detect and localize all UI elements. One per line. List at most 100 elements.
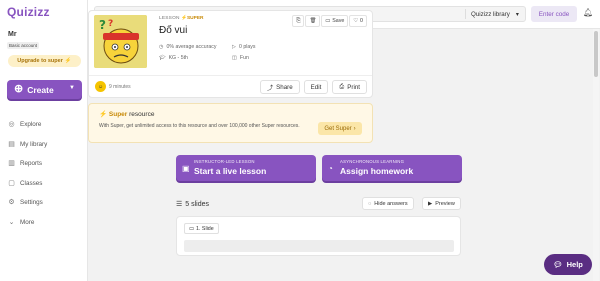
caret-down-icon: ▼ [69,85,75,91]
folder-icon: ▭ [325,18,331,24]
quiz-title: Đố vui [159,25,188,36]
list-icon: ☰ [176,201,183,208]
share-button[interactable]: ⤴ Share [259,80,300,94]
homework-label: Assign homework [340,166,414,176]
super-resource-description: With Super, get unlimited access to this… [99,123,300,129]
hide-answers-label: Hide answers [374,200,408,207]
heart-icon: ♡ [353,18,359,24]
sidebar-item-label: Reports [20,160,43,168]
copy-icon: ⎘ [296,17,301,24]
edit-label: Edit [310,83,322,91]
presentation-icon: ▣ [182,164,190,173]
confused-face-image: ? ? [94,15,147,68]
copy-button[interactable]: ⎘ [292,15,305,27]
resource-type: LESSON [159,16,180,21]
delete-button[interactable]: 🗑︎ [305,15,321,27]
super-title-rest: resource [129,111,155,118]
sidebar-item-more[interactable]: ⌄ More [0,213,88,233]
slides-header: ☰ 5 slides ◌ Hide answers ▶ Preview [176,197,461,211]
sidebar-item-classes[interactable]: ▢ Classes [0,174,88,194]
preview-button[interactable]: ▶ Preview [422,197,461,210]
share-label: Share [276,83,293,91]
sidebar-item-settings[interactable]: ⚙ Settings [0,193,88,213]
slide-chip: ▭ 1. Slide [184,223,219,234]
sidebar-item-label: Explore [20,121,42,129]
scrollbar-thumb[interactable] [594,31,598,77]
help-label: Help [566,260,583,269]
svg-text:?: ? [108,19,113,29]
get-super-button[interactable]: Get Super › [318,122,362,135]
chevron-right-icon: › [353,125,356,132]
card-tools: ⎘ 🗑︎ ▭ Save ♡ 0 [292,15,367,27]
reports-icon: ▥ [8,160,15,168]
grade-stat: 🎓︎ KG - 5th [159,55,188,61]
gear-icon: ⚙ [8,199,15,207]
chevron-down-icon: ⌄ [8,218,15,226]
library-select[interactable]: Quizizz library ▾ [465,9,519,19]
print-button[interactable]: ⎙ Print [332,80,367,94]
preview-label: Preview [435,200,455,207]
trash-icon: 🗑︎ [309,18,317,24]
plays-value: 0 plays [239,44,256,50]
live-lesson-label: Start a live lesson [194,166,267,176]
avatar[interactable]: ☺ [95,81,106,92]
classes-icon: ▢ [8,179,15,187]
grade-value: KG - 5th [168,55,188,61]
like-count: 0 [360,18,363,24]
subject-value: Fun [239,55,249,61]
sidebar: Quizizz Mr Basic account Upgrade to supe… [0,0,88,281]
accuracy-value: 0% average accuracy [166,44,217,50]
plays-stat: ▷ 0 plays [232,44,255,50]
hide-answers-button[interactable]: ◌ Hide answers [362,197,414,210]
lightning-icon: ⚡ [99,111,108,118]
play-icon: ▶ [428,200,433,207]
bell-icon[interactable]: 🔔︎ [583,8,593,17]
assign-homework-button[interactable]: ◔ ASYNCHRONOUS LEARNING Assign homework [322,155,462,181]
edit-button[interactable]: Edit [303,80,329,94]
compass-icon: ◎ [8,121,15,129]
library-icon: ▤ [8,140,15,148]
chat-icon: 💬︎ [553,260,563,269]
enter-code-button[interactable]: Enter code [531,6,577,22]
homework-sublabel: ASYNCHRONOUS LEARNING [340,159,405,164]
clock-icon: ◔ [328,164,333,173]
slides-count-label: 5 slides [185,200,210,208]
user-name: Mr [8,31,17,38]
super-tag-label: SUPER [186,16,204,21]
upgrade-to-super-button[interactable]: Upgrade to super ⚡ [8,55,81,67]
sidebar-item-my-library[interactable]: ▤ My library [0,135,88,155]
help-button[interactable]: 💬︎ Help [544,254,592,275]
like-button[interactable]: ♡ 0 [349,15,367,27]
slide-icon: ▭ [189,225,195,232]
scrollbar[interactable] [593,29,599,281]
print-label: Print [347,83,360,91]
quiz-thumbnail: ? ? [94,15,147,68]
share-icon: ⤴ [266,84,274,92]
sidebar-item-label: My library [20,140,48,148]
lightning-icon: ⚡ [64,58,72,64]
slide-content-placeholder [184,240,454,252]
slide-chip-label: 1. Slide [196,225,214,232]
live-lesson-sublabel: INSTRUCTOR-LED LESSON [194,159,255,164]
sidebar-item-label: Classes [20,179,43,187]
quizizz-logo[interactable]: Quizizz [7,5,50,19]
account-type-badge: Basic account [7,42,40,49]
save-button[interactable]: ▭ Save [321,15,349,27]
library-select-value: Quizizz library [471,10,510,18]
duration: 9 minutes [109,84,131,90]
start-live-lesson-button[interactable]: ▣ INSTRUCTOR-LED LESSON Start a live les… [176,155,316,181]
sidebar-item-label: Settings [20,199,43,207]
subject-stat: ◫ Fun [232,55,249,61]
sidebar-item-reports[interactable]: ▥ Reports [0,154,88,174]
printer-icon: ⎙ [339,83,345,90]
get-super-label: Get Super [324,125,352,132]
plus-icon: ⊕ [14,83,24,95]
sidebar-nav: ◎ Explore ▤ My library ▥ Reports ▢ Class… [0,115,88,232]
super-resource-title: ⚡ Super resource [99,110,154,118]
divider [89,75,372,76]
sidebar-item-explore[interactable]: ◎ Explore [0,115,88,135]
create-button[interactable]: ⊕ Create ▼ [7,80,82,99]
save-label: Save [332,18,345,24]
subject-icon: ◫ [232,55,237,61]
slide-card[interactable]: ▭ 1. Slide [176,216,461,256]
